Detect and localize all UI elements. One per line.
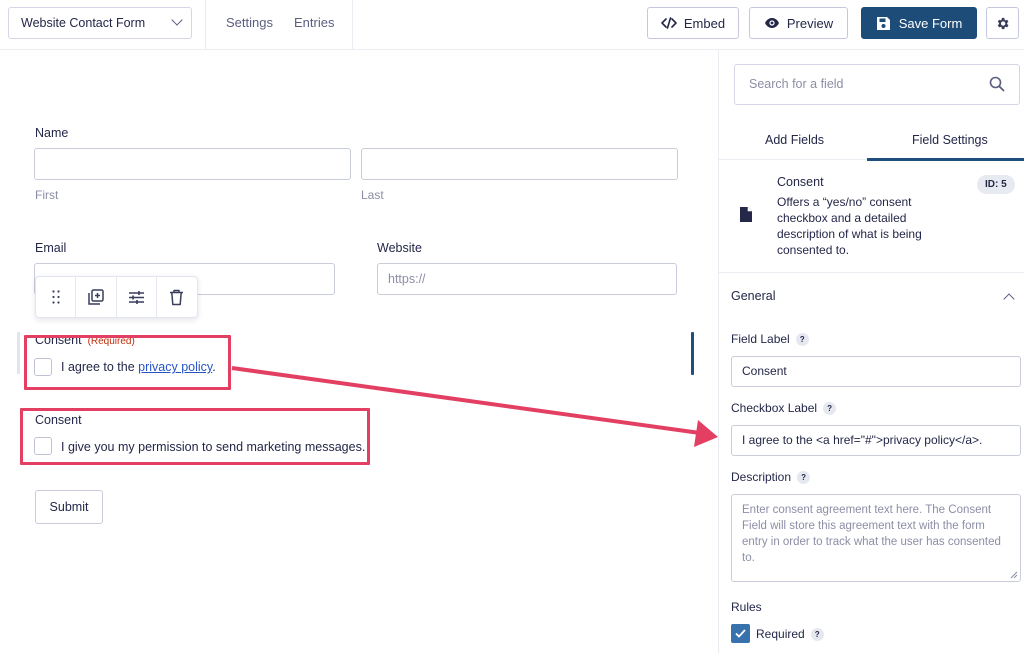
form-selector-dropdown[interactable]: Website Contact Form: [8, 7, 192, 39]
selected-field-indicator: [691, 332, 694, 375]
resize-handle-icon[interactable]: [1010, 571, 1018, 579]
required-checkbox[interactable]: [731, 624, 750, 643]
first-sublabel: First: [35, 188, 59, 202]
checkbox-label-input[interactable]: I agree to the <a href="#">privacy polic…: [731, 425, 1021, 456]
divider: [352, 0, 353, 50]
field-action-toolbar: [35, 276, 198, 318]
field-settings-button[interactable]: [117, 277, 157, 317]
duplicate-icon: [88, 289, 104, 305]
search-icon: [989, 76, 1005, 92]
floppy-disk-icon: [876, 16, 890, 30]
field-type-description: Offers a “yes/no” consent checkbox and a…: [777, 195, 922, 257]
tab-add-fields[interactable]: Add Fields: [765, 133, 824, 147]
required-label-text: Required: [756, 627, 805, 641]
checkmark-icon: [735, 629, 746, 638]
website-field-label: Website: [377, 241, 422, 255]
submit-button[interactable]: Submit: [35, 490, 103, 524]
eye-icon: [764, 18, 779, 28]
embed-label: Embed: [683, 15, 726, 31]
preview-button[interactable]: Preview: [749, 7, 848, 39]
help-icon[interactable]: ?: [810, 627, 824, 641]
top-bar: Website Contact Form Settings Entries Em…: [0, 0, 1024, 50]
checkbox-label-value: I agree to the <a href="#">privacy polic…: [742, 433, 983, 447]
delete-field-button[interactable]: [157, 277, 197, 317]
divider: [205, 0, 206, 50]
search-placeholder: Search for a field: [749, 77, 844, 91]
name-field-label: Name: [35, 126, 69, 140]
field-search-input[interactable]: Search for a field: [734, 64, 1020, 105]
drag-handle[interactable]: [36, 277, 77, 317]
field-selection-marker: [17, 332, 20, 374]
highlight-box: [24, 335, 231, 390]
save-form-label: Save Form: [898, 15, 963, 31]
field-label-value: Consent: [742, 364, 787, 378]
email-field-label: Email: [35, 241, 67, 255]
settings-gear-button[interactable]: [986, 7, 1019, 39]
document-icon: [740, 207, 752, 222]
website-input[interactable]: https://: [377, 263, 677, 295]
field-sidebar: Search for a field Add Fields Field Sett…: [718, 50, 1024, 653]
help-icon[interactable]: ?: [795, 332, 809, 346]
first-name-input[interactable]: [34, 148, 351, 180]
form-name: Website Contact Form: [21, 16, 146, 30]
tab-field-settings[interactable]: Field Settings: [912, 133, 988, 147]
save-form-button[interactable]: Save Form: [861, 7, 977, 39]
trash-icon: [170, 289, 184, 305]
description-placeholder: Enter consent agreement text here. The C…: [742, 504, 1001, 564]
checkbox-label-label: Checkbox Label?: [731, 401, 837, 415]
entries-link[interactable]: Entries: [294, 15, 334, 30]
code-icon: [661, 17, 677, 29]
field-info-panel: Consent Offers a “yes/no” consent checkb…: [719, 161, 1024, 273]
rules-label: Rules: [731, 600, 762, 614]
last-name-input[interactable]: [361, 148, 678, 180]
settings-link[interactable]: Settings: [226, 15, 273, 30]
field-type-title: Consent: [777, 175, 824, 189]
highlight-box: [20, 408, 370, 465]
description-label: Description?: [731, 470, 811, 484]
field-label-text: Field Label: [731, 332, 790, 346]
sliders-icon: [128, 290, 144, 304]
general-section-header[interactable]: General: [731, 289, 775, 303]
checkbox-label-text: Checkbox Label: [731, 401, 818, 415]
chevron-down-icon: [171, 14, 183, 26]
description-label-text: Description: [731, 470, 792, 484]
field-label-label: Field Label?: [731, 332, 809, 346]
website-placeholder: https://: [388, 272, 426, 286]
help-icon[interactable]: ?: [823, 401, 837, 415]
help-icon[interactable]: ?: [797, 470, 811, 484]
gear-icon: [997, 17, 1009, 29]
field-label-input[interactable]: Consent: [731, 356, 1021, 387]
submit-label: Submit: [49, 500, 89, 514]
field-id-badge: ID: 5: [977, 175, 1015, 194]
required-label: Required?: [756, 627, 824, 641]
drag-dots-icon: [52, 290, 60, 304]
chevron-up-icon[interactable]: [1003, 293, 1015, 305]
sidebar-tabs: Add Fields Field Settings: [719, 120, 1024, 160]
embed-button[interactable]: Embed: [647, 7, 739, 39]
duplicate-field-button[interactable]: [76, 277, 117, 317]
description-textarea[interactable]: Enter consent agreement text here. The C…: [731, 494, 1021, 582]
last-sublabel: Last: [361, 188, 384, 202]
preview-label: Preview: [786, 15, 834, 31]
